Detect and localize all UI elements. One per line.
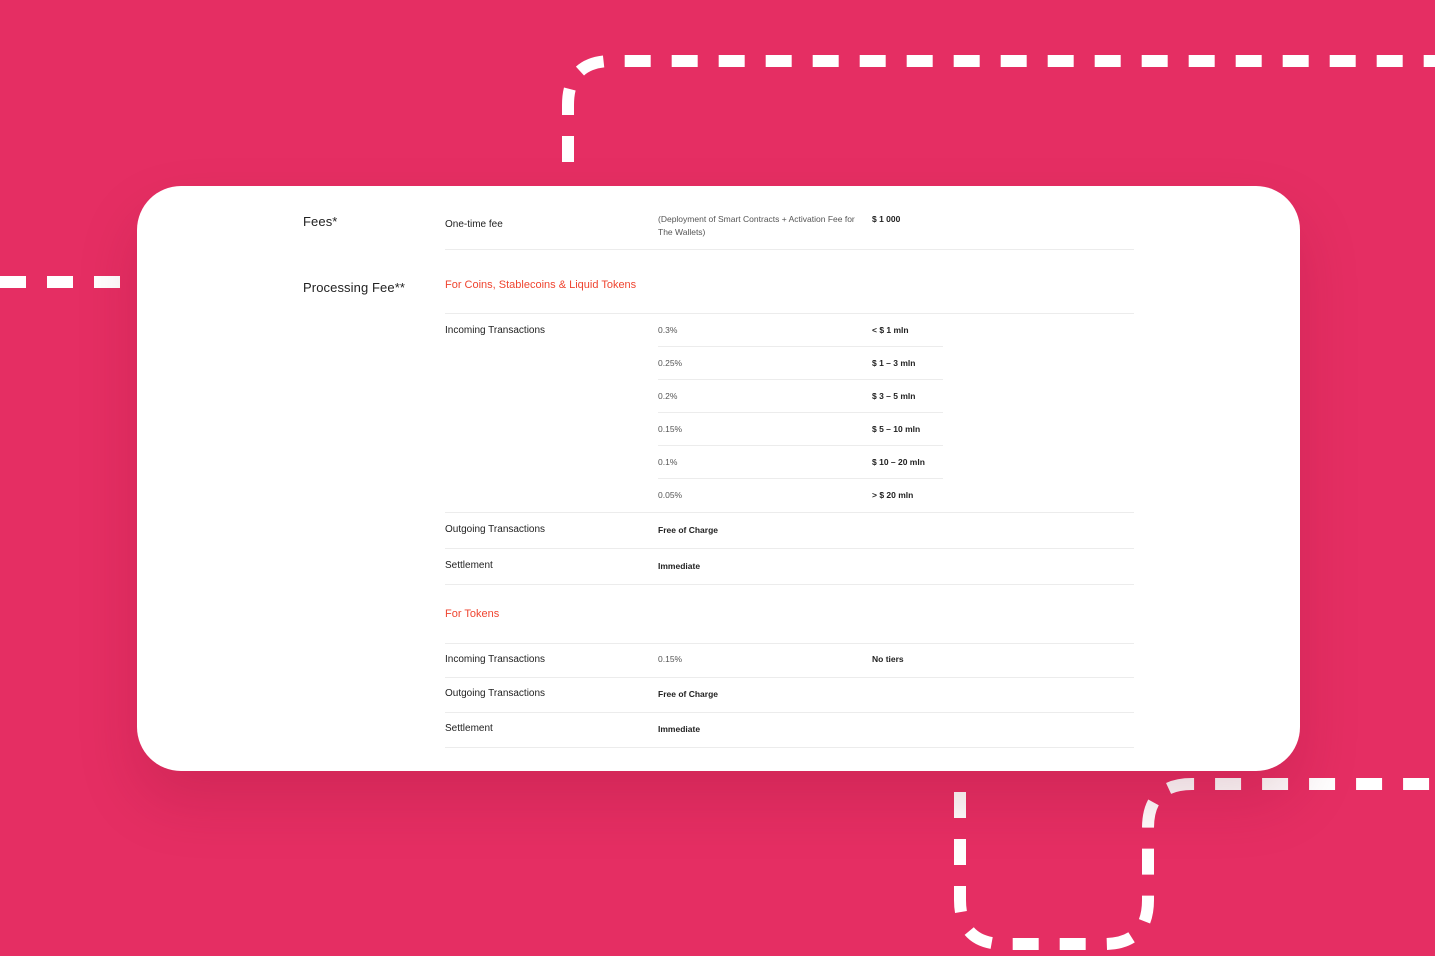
one-time-fee-amount: $ 1 000 [872,214,901,224]
tier-divider [658,346,943,347]
coins-heading: For Coins, Stablecoins & Liquid Tokens [445,279,637,291]
tokens-settlement-label: Settlement [445,723,493,734]
divider [445,313,1134,314]
divider [445,584,1134,585]
coins-settlement-label: Settlement [445,560,493,571]
divider [445,512,1134,513]
tier-divider [658,379,943,380]
tokens-incoming-rate: 0.15% [658,654,683,664]
tier-rate: 0.2% [658,391,678,401]
tier-divider [658,412,943,413]
tier-volume: $ 3 – 5 mln [872,391,916,401]
tokens-settlement-value: Immediate [658,724,701,734]
one-time-fee-description: (Deployment of Smart Contracts + Activat… [658,214,855,237]
bottom-dashed-path [954,778,1435,950]
coins-settlement-value: Immediate [658,561,701,571]
tier-rate: 0.25% [658,358,683,368]
tier-rate: 0.1% [658,457,678,467]
tier-divider [658,478,943,479]
tier-volume: $ 10 – 20 mln [872,457,925,467]
tier-rate: 0.15% [658,424,683,434]
tier-rate: 0.05% [658,490,683,500]
tier-rate: 0.3% [658,325,678,335]
coins-outgoing-label: Outgoing Transactions [445,524,546,535]
processing-fee-label: Processing Fee** [303,280,406,295]
tier-volume: < $ 1 mln [872,325,909,335]
tokens-outgoing-value: Free of Charge [658,689,718,699]
divider [445,249,1134,250]
tokens-incoming-tiers: No tiers [872,654,904,664]
divider [445,677,1134,678]
tier-divider [658,445,943,446]
top-dashed-path [562,55,1435,162]
coins-outgoing-value: Free of Charge [658,525,718,535]
one-time-fee-label: One-time fee [445,219,503,230]
tokens-incoming-label: Incoming Transactions [445,654,546,665]
tokens-heading: For Tokens [445,608,500,620]
coins-incoming-label: Incoming Transactions [445,325,546,336]
divider [445,643,1134,644]
tier-volume: > $ 20 mln [872,490,914,500]
tier-volume: $ 1 – 3 mln [872,358,916,368]
divider [445,712,1134,713]
divider [445,548,1134,549]
tier-volume: $ 5 – 10 mln [872,424,921,434]
divider [445,747,1134,748]
tokens-outgoing-label: Outgoing Transactions [445,688,546,699]
fees-label: Fees* [303,214,338,229]
